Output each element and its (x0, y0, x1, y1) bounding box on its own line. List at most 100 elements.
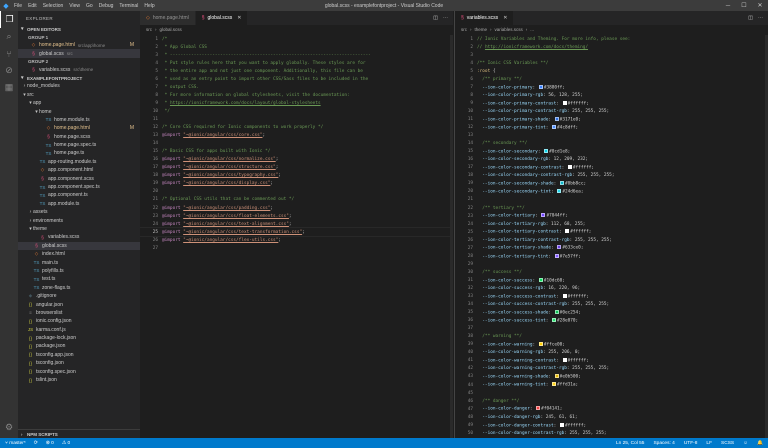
color-swatch[interactable] (557, 245, 562, 250)
color-swatch[interactable] (538, 277, 543, 282)
color-swatch[interactable] (544, 148, 549, 153)
file-item[interactable]: § home.page.scss (18, 133, 140, 141)
file-item[interactable]: TS main.ts (18, 258, 140, 266)
file-item[interactable]: {} package.json (18, 342, 140, 350)
file-item[interactable]: TS polyfills.ts (18, 267, 140, 275)
group-2-label[interactable]: GROUP 2 (18, 58, 140, 66)
file-item[interactable]: {} tsconfig.spec.json (18, 367, 140, 375)
file-item[interactable]: JS karma.conf.js (18, 326, 140, 334)
file-item[interactable]: {} tsconfig.json (18, 359, 140, 367)
folder-item[interactable]: › assets (18, 208, 140, 216)
file-item[interactable]: {} ionic.config.json (18, 317, 140, 325)
breadcrumb-item[interactable]: src (146, 27, 152, 32)
breadcrumb-item[interactable]: src (461, 27, 467, 32)
indentation[interactable]: Spaces: 4 (653, 441, 674, 446)
menu-view[interactable]: View (69, 3, 80, 9)
color-swatch[interactable] (552, 317, 557, 322)
color-swatch[interactable] (554, 116, 559, 121)
color-swatch[interactable] (554, 309, 559, 314)
file-item[interactable]: {} tsconfig.app.json (18, 351, 140, 359)
file-item[interactable]: TS home.page.ts (18, 149, 140, 157)
bell-icon[interactable]: 🔔 (757, 441, 763, 446)
project-section[interactable]: ▾ EXAMPLEFONTPROJECT (18, 74, 140, 82)
folder-item[interactable]: › node_modules (18, 82, 140, 90)
tab-home-page-html[interactable]: ◇ home.page.html (140, 11, 196, 25)
folder-item[interactable]: › environments (18, 216, 140, 224)
breadcrumb-item[interactable]: theme (475, 27, 488, 32)
branch-indicator[interactable]: ⑂ master* (5, 440, 26, 446)
file-item[interactable]: § global.scss (18, 241, 140, 250)
color-swatch[interactable] (559, 181, 564, 186)
color-swatch[interactable] (562, 293, 567, 298)
folder-item[interactable]: ▾ app (18, 99, 140, 107)
file-item[interactable]: TS app.component.ts (18, 191, 140, 199)
file-item[interactable]: ◇ app.component.html (18, 166, 140, 174)
open-editors-section[interactable]: ▾ OPEN EDITORS (18, 25, 140, 33)
breadcrumb-item[interactable]: ... (530, 27, 534, 32)
color-swatch[interactable] (565, 229, 570, 234)
gear-icon[interactable]: ⚙ (0, 419, 18, 436)
color-swatch[interactable] (541, 213, 546, 218)
feedback-icon[interactable]: ☺ (743, 441, 748, 446)
tab-variables-scss[interactable]: § variables.scss ✕ (455, 11, 515, 25)
file-item[interactable]: {} angular.json (18, 300, 140, 308)
errors-indicator[interactable]: ⊗ 0 (46, 441, 54, 446)
color-swatch[interactable] (552, 124, 557, 129)
npm-scripts-section[interactable]: › NPM SCRIPTS (18, 429, 140, 438)
minimize-icon[interactable]: ─ (720, 0, 736, 11)
cursor-position[interactable]: Ln 25, Col 55 (616, 441, 645, 446)
color-swatch[interactable] (567, 165, 572, 170)
breadcrumb-item[interactable]: global.scss (160, 27, 182, 32)
menu-help[interactable]: Help (144, 3, 154, 9)
split-editor-icon[interactable]: ◫ (433, 15, 438, 21)
group-1-label[interactable]: GROUP 1 (18, 33, 140, 41)
file-item[interactable]: ≡ browserslist (18, 309, 140, 317)
language-mode[interactable]: SCSS (721, 441, 734, 446)
search-icon[interactable]: ⌕ (0, 28, 18, 45)
file-item[interactable]: § app.component.scss (18, 174, 140, 182)
debug-icon[interactable]: ⊘ (0, 62, 18, 79)
file-item[interactable]: TS app.module.ts (18, 200, 140, 208)
color-swatch[interactable] (536, 406, 541, 411)
file-item[interactable]: ◇ home.page.html M (18, 124, 140, 132)
code-editor[interactable]: 1/* 2 * App Global CSS 3 * ---------------… (140, 35, 453, 438)
maximize-icon[interactable]: ☐ (736, 0, 752, 11)
more-actions-icon[interactable]: ⋯ (443, 15, 448, 21)
scrollbar[interactable] (450, 35, 453, 438)
file-item[interactable]: TS test.ts (18, 275, 140, 283)
file-item[interactable]: ◆ .gitignore (18, 292, 140, 300)
files-icon[interactable]: ❐ (0, 11, 18, 28)
file-item[interactable]: § variables.scss (18, 233, 140, 241)
file-item[interactable]: TS home.page.spec.ts (18, 141, 140, 149)
file-item[interactable]: {} package-lock.json (18, 334, 140, 342)
color-swatch[interactable] (554, 253, 559, 258)
split-editor-icon[interactable]: ◫ (748, 15, 753, 21)
open-editor-item[interactable]: ◇ home.page.html src\app\home M (18, 41, 140, 49)
code-editor[interactable]: 1 // Ionic Variables and Theming. For mor… (455, 35, 768, 438)
menu-edit[interactable]: Edit (28, 3, 37, 9)
file-item[interactable]: TS app-routing.module.ts (18, 158, 140, 166)
folder-item[interactable]: ▾ src (18, 91, 140, 99)
color-swatch[interactable] (538, 84, 543, 89)
color-swatch[interactable] (557, 189, 562, 194)
close-icon[interactable]: ✕ (503, 15, 507, 21)
menu-debug[interactable]: Debug (99, 3, 114, 9)
file-item[interactable]: TS app.component.spec.ts (18, 183, 140, 191)
file-item[interactable]: TS zone-flags.ts (18, 284, 140, 292)
encoding[interactable]: UTF-8 (684, 441, 698, 446)
color-swatch[interactable] (538, 342, 543, 347)
menu-go[interactable]: Go (86, 3, 93, 9)
menu-terminal[interactable]: Terminal (119, 3, 138, 9)
source-control-icon[interactable]: ⑂ (0, 45, 18, 62)
file-item[interactable]: {} tslint.json (18, 376, 140, 384)
color-swatch[interactable] (554, 374, 559, 379)
menu-selection[interactable]: Selection (43, 3, 64, 9)
folder-item[interactable]: ▾ home (18, 107, 140, 115)
file-item[interactable]: ◇ index.html (18, 250, 140, 258)
file-item[interactable]: TS home.module.ts (18, 116, 140, 124)
color-swatch[interactable] (559, 422, 564, 427)
close-icon[interactable]: ✕ (237, 15, 241, 21)
sync-icon[interactable]: ⟳ (34, 441, 38, 446)
menu-file[interactable]: File (14, 3, 22, 9)
warnings-indicator[interactable]: ⚠ 0 (62, 441, 70, 446)
